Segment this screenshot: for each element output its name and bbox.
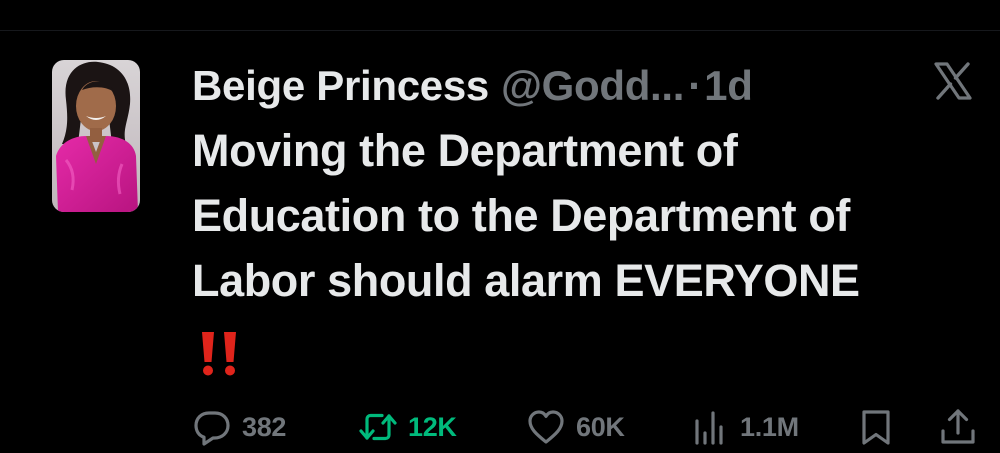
tweet-text-line: Labor should alarm EVERYONE [192,255,860,306]
avatar[interactable] [52,60,140,212]
share-button[interactable] [938,402,978,452]
views-chart-icon [690,407,730,447]
heart-icon [526,407,566,447]
top-divider [0,30,1000,31]
tweet-header: Beige Princess @Godd... · 1d [192,58,753,114]
repost-icon [358,407,398,447]
views-count: 1.1M [740,411,799,442]
avatar-image [52,60,140,212]
user-handle[interactable]: @Godd... [501,58,685,114]
share-icon [938,407,978,447]
repost-button[interactable]: 12K [358,402,457,452]
bookmark-icon [856,407,896,447]
timestamp[interactable]: 1d [704,58,753,114]
like-count: 60K [576,411,625,442]
tweet-text-line: Moving the Department of [192,125,738,176]
reply-count: 382 [242,411,287,442]
separator-dot: · [688,62,703,109]
like-button[interactable]: 60K [526,402,625,452]
double-exclamation-emoji-icon [196,330,256,378]
tweet-text-line: Education to the Department of [192,190,851,241]
reply-button[interactable]: 382 [192,402,286,452]
reply-icon [192,407,232,447]
bookmark-button[interactable] [856,402,896,452]
tweet-text: Moving the Department of Education to th… [192,118,982,313]
action-bar: 382 12K 60K 1.1M [190,402,980,452]
x-logo-icon[interactable] [932,60,974,102]
display-name[interactable]: Beige Princess [192,58,489,114]
repost-count: 12K [408,411,457,442]
views-button[interactable]: 1.1M [690,402,799,452]
